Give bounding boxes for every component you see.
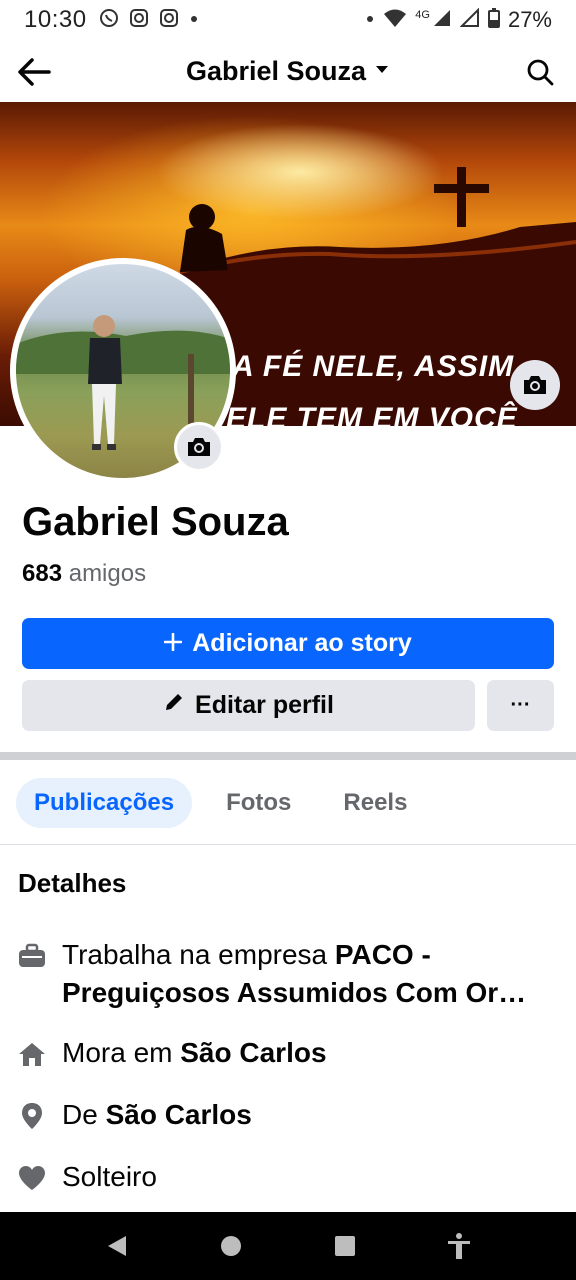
- back-button[interactable]: [16, 54, 52, 90]
- section-divider: [0, 752, 576, 760]
- app-bar: Gabriel Souza: [0, 40, 576, 102]
- edit-profile-picture-button[interactable]: [174, 422, 224, 472]
- signal-icon: [432, 8, 452, 33]
- edit-cover-photo-button[interactable]: [510, 360, 560, 410]
- nav-back-button[interactable]: [99, 1228, 135, 1264]
- dot-icon: [365, 11, 375, 29]
- profile-switcher[interactable]: Gabriel Souza: [186, 56, 390, 87]
- accessibility-icon: [448, 1233, 470, 1259]
- status-time: 10:30: [24, 6, 87, 33]
- detail-lives-in-text: Mora em São Carlos: [62, 1034, 327, 1072]
- tab-publicacoes[interactable]: Publicações: [16, 778, 193, 828]
- system-nav-bar: [0, 1212, 576, 1280]
- nav-recents-icon: [335, 1236, 355, 1256]
- detail-relationship[interactable]: Solteiro: [18, 1158, 558, 1196]
- caret-down-icon: [374, 62, 390, 80]
- add-to-story-button[interactable]: Adicionar ao story: [22, 618, 554, 669]
- lives-place: São Carlos: [180, 1037, 327, 1068]
- tab-fotos[interactable]: Fotos: [208, 778, 309, 828]
- edit-profile-button[interactable]: Editar perfil: [22, 680, 475, 731]
- camera-icon: [188, 438, 210, 456]
- battery-level: 27%: [507, 7, 552, 32]
- detail-work-text: Trabalha na empresa PACO - Preguiçosos A…: [62, 936, 558, 1012]
- more-options-label: ···: [510, 694, 531, 716]
- detail-from[interactable]: De São Carlos: [18, 1096, 558, 1134]
- search-button[interactable]: [522, 54, 558, 90]
- detail-from-text: De São Carlos: [62, 1096, 252, 1134]
- battery-icon: [487, 7, 500, 33]
- work-prefix: Trabalha na empresa: [62, 939, 335, 970]
- dot-icon: [189, 11, 199, 29]
- whatsapp-icon: [99, 8, 119, 33]
- wifi-icon: [383, 8, 407, 33]
- notification-icons: [99, 8, 199, 33]
- detail-work[interactable]: Trabalha na empresa PACO - Preguiçosos A…: [18, 936, 558, 1012]
- accessibility-button[interactable]: [441, 1228, 477, 1264]
- network-type: 4G: [415, 9, 430, 21]
- friends-label: amigos: [68, 560, 147, 587]
- tabs-divider: [0, 844, 576, 845]
- status-bar: 10:30 4G 27%: [0, 0, 576, 40]
- profile-tabs: Publicações Fotos Reels: [16, 778, 425, 828]
- cover-caption-line2: ELE TEM EM VOCÊ: [226, 402, 518, 426]
- nav-home-button[interactable]: [213, 1228, 249, 1264]
- nav-home-icon: [221, 1236, 241, 1256]
- back-arrow-icon: [18, 58, 51, 86]
- profile-name: Gabriel Souza: [22, 500, 289, 544]
- instagram-icon: [159, 8, 179, 33]
- detail-relationship-text: Solteiro: [62, 1161, 157, 1192]
- briefcase-icon: [18, 942, 46, 970]
- page-title: Gabriel Souza: [185, 55, 367, 86]
- cover-caption-line1: A FÉ NELE, ASSIM: [232, 350, 515, 383]
- friends-count: 683: [22, 560, 63, 587]
- add-to-story-label: Adicionar ao story: [192, 629, 412, 657]
- lives-prefix: Mora em: [62, 1037, 181, 1068]
- tab-reels[interactable]: Reels: [325, 778, 425, 828]
- nav-back-icon: [108, 1236, 126, 1256]
- instagram-icon: [129, 8, 149, 33]
- search-icon: [527, 59, 554, 86]
- signal-icon: [459, 7, 480, 33]
- home-icon: [18, 1040, 46, 1068]
- edit-profile-label: Editar perfil: [195, 691, 334, 719]
- pencil-icon: [163, 691, 185, 720]
- from-prefix: De: [62, 1099, 106, 1130]
- status-right: 4G 27%: [365, 7, 552, 33]
- friends-count-link[interactable]: 683 amigos: [22, 560, 146, 588]
- nav-recents-button[interactable]: [327, 1228, 363, 1264]
- from-place: São Carlos: [105, 1099, 252, 1130]
- more-options-button[interactable]: ···: [487, 680, 554, 731]
- heart-icon: [18, 1164, 46, 1192]
- details-title: Detalhes: [18, 868, 127, 898]
- location-pin-icon: [18, 1102, 46, 1130]
- detail-lives-in[interactable]: Mora em São Carlos: [18, 1034, 558, 1072]
- camera-icon: [524, 376, 546, 394]
- plus-icon: [163, 629, 183, 658]
